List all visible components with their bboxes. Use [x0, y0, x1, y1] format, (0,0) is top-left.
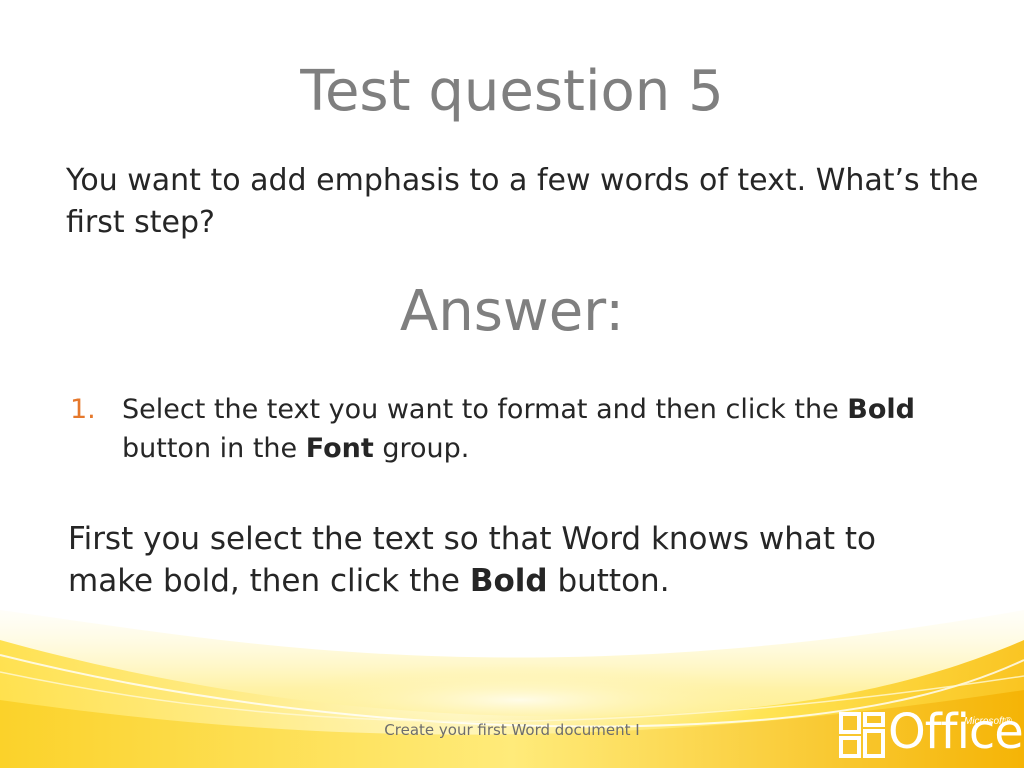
slide: Test question 5 You want to add emphasis… [0, 0, 1024, 768]
list-number: 1. [70, 394, 96, 425]
explanation-text: First you select the text so that Word k… [68, 518, 968, 602]
office-logo-icon [839, 712, 885, 758]
logo-brand: Microsoft® [964, 716, 1012, 727]
office-logo: Office Microsoft® [838, 704, 1024, 762]
slide-title: Test question 5 [300, 59, 724, 124]
step-text-middle: button in the [122, 433, 306, 464]
bold-term: Bold [847, 394, 916, 425]
list-item: 1. Select the text you want to format an… [68, 390, 978, 468]
step-text-before: Select the text you want to format and t… [122, 394, 848, 425]
step-text-after: group. [373, 433, 470, 464]
answer-steps-list: 1. Select the text you want to format an… [68, 390, 978, 468]
answer-heading: Answer: [399, 279, 625, 344]
explanation-text-after: button. [547, 563, 670, 599]
bold-term: Bold [469, 563, 548, 599]
logo-wordmark: Office [888, 704, 1024, 760]
question-text: You want to add emphasis to a few words … [66, 163, 979, 240]
font-term: Font [305, 433, 374, 464]
